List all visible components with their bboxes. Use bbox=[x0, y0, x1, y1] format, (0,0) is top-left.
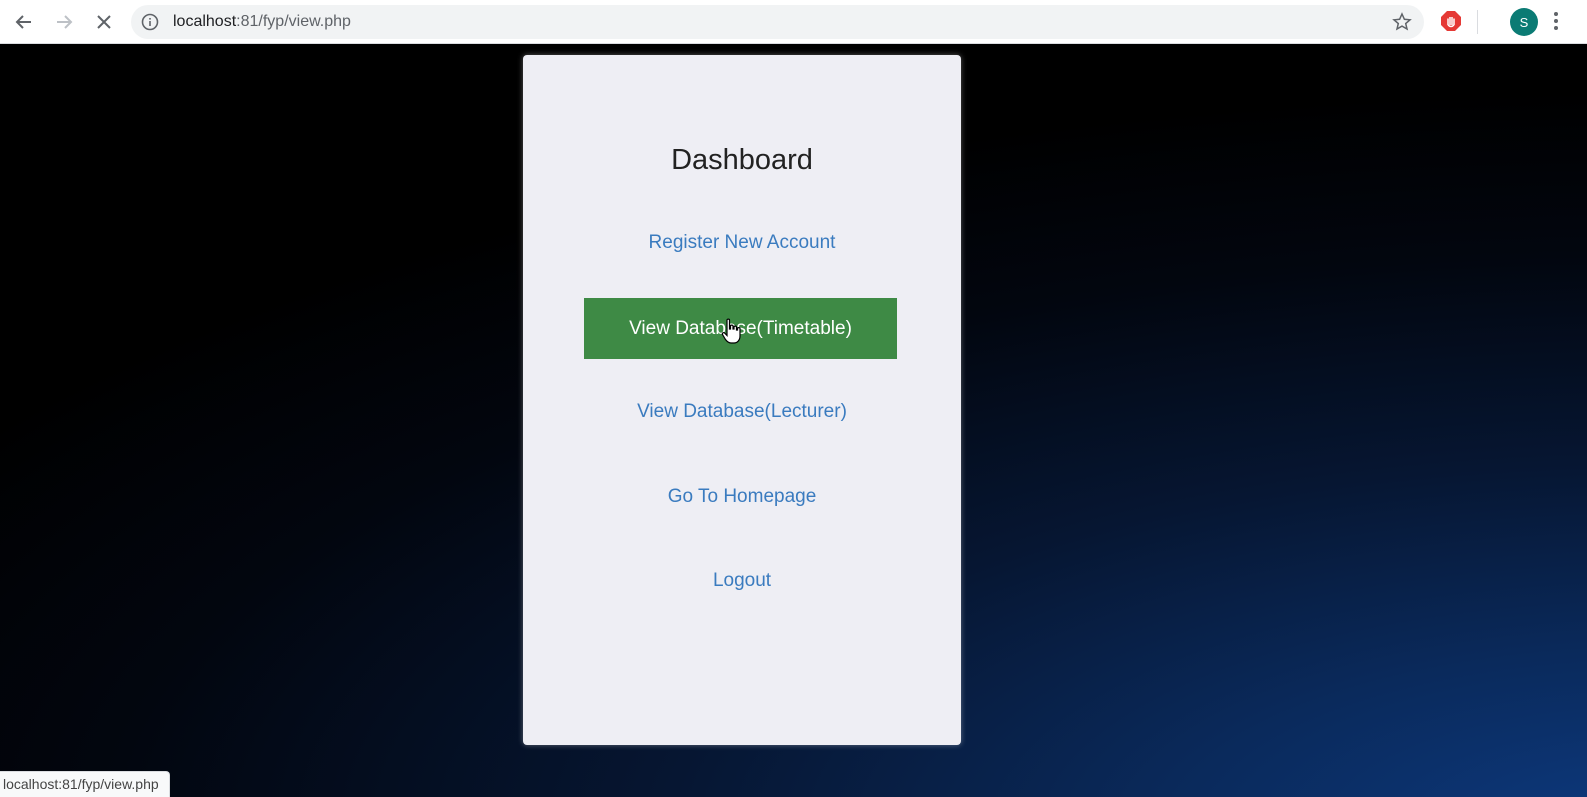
forward-button[interactable] bbox=[48, 6, 80, 38]
view-lecturer-link[interactable]: View Database(Lecturer) bbox=[523, 400, 961, 424]
extension-icon[interactable] bbox=[1440, 10, 1462, 32]
hand-cursor-icon bbox=[721, 318, 741, 344]
browser-toolbar: localhost:81/fyp/view.php S bbox=[0, 0, 1587, 44]
stop-loading-icon bbox=[97, 15, 111, 29]
forward-arrow-icon bbox=[57, 15, 73, 29]
url-path: :81/fyp/view.php bbox=[236, 13, 351, 30]
back-button[interactable] bbox=[8, 6, 40, 38]
dashboard-card: Dashboard Register New Account View Data… bbox=[523, 55, 961, 745]
profile-avatar[interactable]: S bbox=[1510, 8, 1538, 36]
register-account-link[interactable]: Register New Account bbox=[523, 231, 961, 255]
url-host: localhost bbox=[173, 13, 237, 30]
page-viewport: Dashboard Register New Account View Data… bbox=[0, 44, 1587, 797]
page-title: Dashboard bbox=[671, 144, 813, 176]
site-info-icon[interactable] bbox=[141, 13, 159, 31]
menu-dots-icon[interactable] bbox=[1553, 10, 1559, 32]
bookmark-star-icon[interactable] bbox=[1392, 12, 1412, 32]
toolbar-separator bbox=[1477, 10, 1478, 34]
status-url-bubble: localhost:81/fyp/view.php bbox=[0, 771, 170, 797]
stop-button[interactable] bbox=[88, 6, 120, 38]
back-arrow-icon bbox=[15, 15, 31, 29]
homepage-link[interactable]: Go To Homepage bbox=[523, 485, 961, 509]
address-bar[interactable]: localhost:81/fyp/view.php bbox=[131, 5, 1424, 39]
url-text[interactable]: localhost:81/fyp/view.php bbox=[173, 13, 351, 31]
logout-link[interactable]: Logout bbox=[523, 569, 961, 593]
